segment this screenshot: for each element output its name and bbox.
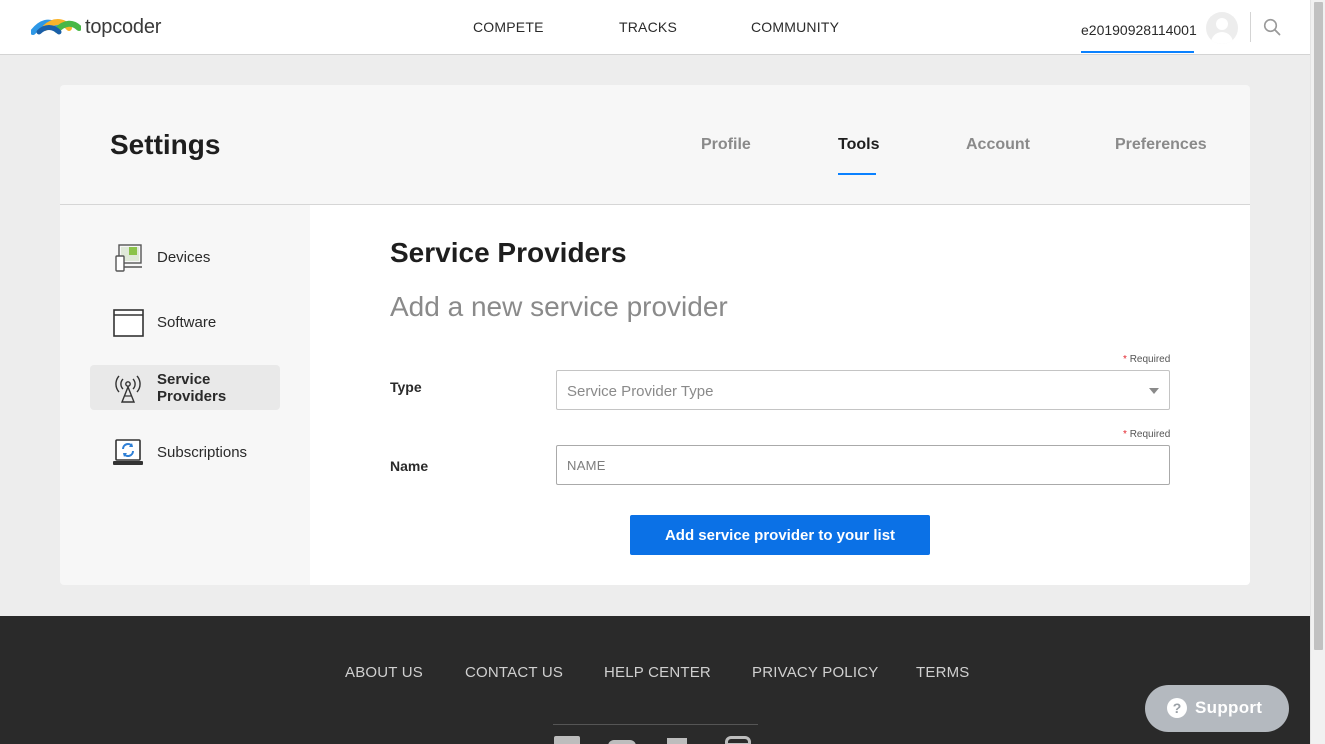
linkedin-icon[interactable] [667, 738, 687, 744]
sidebar-item-software[interactable]: Software [90, 300, 280, 345]
footer-link-terms[interactable]: TERMS [916, 664, 970, 681]
subscriptions-icon [113, 439, 143, 465]
sidebar-item-service-providers[interactable]: Service Providers [90, 365, 280, 410]
instagram-icon[interactable] [725, 736, 751, 744]
select-placeholder: Service Provider Type [567, 383, 714, 400]
tab-profile[interactable]: Profile [701, 136, 751, 154]
sidebar-label-service-providers: Service Providers [157, 370, 227, 405]
section-subtitle: Add a new service provider [390, 291, 728, 322]
required-text: Required [1129, 354, 1171, 365]
name-input[interactable] [556, 445, 1170, 485]
topcoder-logo-mark-icon [31, 18, 81, 35]
type-label: Type [390, 379, 422, 395]
footer-link-contact-us[interactable]: CONTACT US [465, 664, 563, 681]
twitter-icon[interactable] [608, 740, 636, 744]
required-text: Required [1129, 429, 1171, 440]
software-icon [113, 309, 144, 337]
topcoder-logo[interactable]: topcoder [31, 16, 161, 39]
footer-link-privacy-policy[interactable]: PRIVACY POLICY [752, 664, 878, 681]
username-active-indicator [1081, 51, 1194, 53]
avatar[interactable] [1206, 12, 1238, 44]
footer-divider [553, 724, 758, 725]
service-providers-icon [115, 375, 141, 403]
chevron-down-icon[interactable] [1149, 388, 1159, 394]
logo-text: topcoder [85, 16, 162, 38]
scrollbar-thumb[interactable] [1314, 2, 1323, 650]
footer-link-about-us[interactable]: ABOUT US [345, 664, 423, 681]
facebook-icon[interactable] [554, 736, 580, 744]
nav-community[interactable]: COMMUNITY [751, 19, 839, 35]
name-required-note: * Required [1123, 429, 1170, 440]
header-divider [1250, 12, 1251, 42]
tab-tools[interactable]: Tools [838, 136, 879, 154]
sidebar-item-devices[interactable]: Devices [90, 235, 280, 280]
page-title: Settings [110, 129, 221, 160]
sidebar-label-subscriptions: Subscriptions [157, 444, 248, 461]
tab-account[interactable]: Account [966, 136, 1030, 154]
active-tab-indicator [838, 173, 876, 175]
required-star: * [1123, 429, 1127, 440]
service-provider-type-select[interactable]: Service Provider Type [556, 370, 1170, 410]
sidebar-label-devices: Devices [157, 249, 211, 266]
type-required-note: * Required [1123, 354, 1170, 365]
search-icon[interactable] [1263, 18, 1281, 36]
sidebar-label-software: Software [157, 314, 217, 331]
support-label: Support [1195, 698, 1263, 717]
required-star: * [1123, 354, 1127, 365]
devices-icon [115, 244, 142, 272]
page-scrollbar[interactable] [1310, 0, 1325, 744]
tools-sidebar: Devices Software Service Providers Subsc… [60, 205, 310, 585]
nav-tracks[interactable]: TRACKS [619, 19, 677, 35]
footer: ABOUT US CONTACT US HELP CENTER PRIVACY … [0, 616, 1310, 744]
footer-link-help-center[interactable]: HELP CENTER [604, 664, 711, 681]
support-button[interactable]: ? Support [1145, 685, 1289, 732]
settings-header: Settings Profile Tools Account Preferenc… [60, 85, 1250, 205]
service-providers-panel: Service Providers Add a new service prov… [310, 205, 1250, 585]
nav-compete[interactable]: COMPETE [473, 19, 544, 35]
help-icon: ? [1167, 698, 1187, 718]
section-title: Service Providers [390, 237, 627, 268]
name-label: Name [390, 458, 429, 474]
sidebar-item-subscriptions[interactable]: Subscriptions [90, 430, 280, 475]
top-navigation-bar: topcoder COMPETE TRACKS COMMUNITY e20190… [0, 0, 1310, 55]
tab-preferences[interactable]: Preferences [1115, 136, 1207, 154]
username-menu[interactable]: e20190928114001 [1081, 22, 1197, 38]
add-service-provider-button[interactable]: Add service provider to your list [630, 515, 930, 555]
